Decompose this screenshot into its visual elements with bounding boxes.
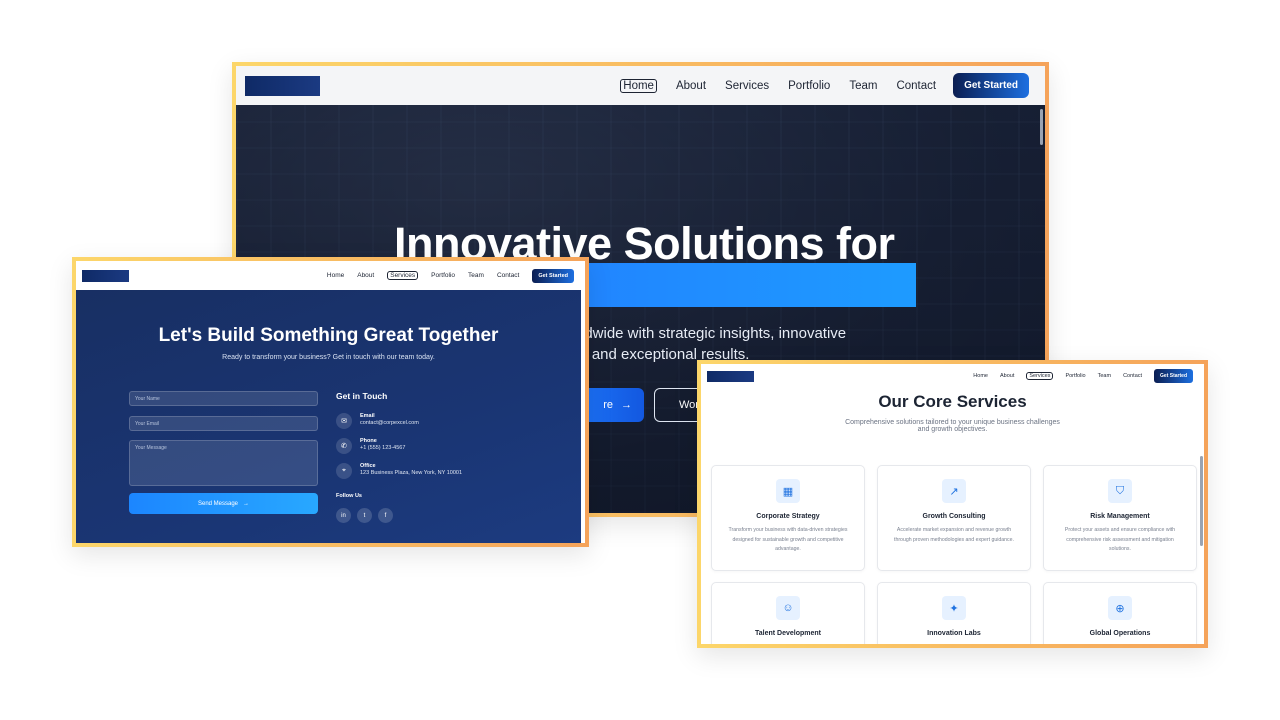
service-card-title: Innovation Labs [927,630,981,637]
building-icon: ▦ [776,479,800,503]
get-started-button[interactable]: Get Started [532,268,574,283]
nav-link-home[interactable]: Home [973,373,988,379]
service-card-title: Corporate Strategy [756,513,820,520]
contact-subtitle: Ready to transform your business? Get in… [222,354,435,361]
services-title: Our Core Services [878,392,1027,411]
phone-label: Phone [360,438,377,444]
service-card-global-operations[interactable]: ⊕ Global Operations [1043,582,1197,644]
nav-link-home[interactable]: Home [327,272,344,279]
contact-phone-row: ✆ Phone +1 (555) 123-4567 [336,438,405,454]
nav-link-about[interactable]: About [357,272,374,279]
send-message-label: Send Message [197,500,239,507]
send-message-button[interactable]: Send Message → [129,493,318,514]
top-nav: Home About Services Portfolio Team Conta… [236,66,1045,105]
email-value[interactable]: contact@corpexcel.com [360,420,419,426]
scrollbar-thumb[interactable] [1040,109,1043,145]
social-links: in t f [336,508,393,523]
nav-link-contact[interactable]: Contact [896,80,936,92]
nav-link-services[interactable]: Services [725,80,769,92]
nav-link-home[interactable]: Home [620,78,657,93]
office-value: 123 Business Plaza, New York, NY 10001 [360,470,463,476]
hero-title-highlight [581,263,916,307]
email-label: Email [360,413,375,419]
nav-link-team[interactable]: Team [468,272,484,279]
nav-link-contact[interactable]: Contact [497,272,519,279]
top-nav: Home About Services Portfolio Team Conta… [701,364,1204,388]
nav-link-team[interactable]: Team [1098,373,1111,379]
service-card-growth-consulting[interactable]: ↗ Growth Consulting Accelerate market ex… [877,465,1031,571]
contact-title: Let's Build Something Great Together [158,325,499,346]
arrow-right-icon: → [243,500,250,507]
nav-link-portfolio[interactable]: Portfolio [788,80,830,92]
lightbulb-icon: ✦ [942,596,966,620]
phone-value[interactable]: +1 (555) 123-4567 [360,445,405,451]
services-subtitle-line: and growth objectives. [917,426,988,433]
trend-up-icon: ↗ [942,479,966,503]
service-card-description: Transform your business with data-driven… [728,527,848,552]
brand-logo[interactable] [707,370,754,382]
nav-link-services[interactable]: Services [387,271,419,280]
twitter-icon[interactable]: t [357,508,372,523]
services-screenshot-frame: Home About Services Portfolio Team Conta… [697,360,1208,648]
scrollbar-thumb[interactable] [1200,456,1203,546]
linkedin-icon[interactable]: in [336,508,351,523]
service-card-title: Talent Development [755,630,821,637]
email-field[interactable]: Your Email [129,416,318,431]
arrow-right-icon: → [621,399,632,411]
contact-email-row: ✉ Email contact@corpexcel.com [336,413,419,429]
service-card-innovation-labs[interactable]: ✦ Innovation Labs [877,582,1031,644]
nav-link-team[interactable]: Team [849,80,877,92]
service-card-risk-management[interactable]: ⛉ Risk Management Protect your assets an… [1043,465,1197,571]
services-subtitle: Comprehensive solutions tailored to your… [701,419,1204,433]
brand-logo[interactable] [82,269,129,282]
nav-link-portfolio[interactable]: Portfolio [431,272,455,279]
nav-link-about[interactable]: About [676,80,706,92]
service-card-talent-development[interactable]: ☺ Talent Development [711,582,865,644]
contact-screenshot-frame: Home About Services Portfolio Team Conta… [72,257,589,547]
service-card-corporate-strategy[interactable]: ▦ Corporate Strategy Transform your busi… [711,465,865,571]
office-label: Office [360,463,376,469]
service-card-title: Growth Consulting [922,513,986,520]
nav-links: Home About Services Portfolio Team Conta… [961,369,1193,383]
showcase-stage: Home About Services Portfolio Team Conta… [0,0,1280,720]
nav-link-contact[interactable]: Contact [1123,373,1142,379]
phone-icon: ✆ [336,438,352,454]
get-started-button[interactable]: Get Started [953,73,1029,98]
map-pin-icon: ⌖ [336,463,352,479]
hero-subtitle-line: rldwide with strategic insights, innovat… [576,325,847,342]
mail-icon: ✉ [336,413,352,429]
globe-icon: ⊕ [1108,596,1132,620]
contact-section: Let's Build Something Great Together Rea… [76,290,581,543]
nav-link-about[interactable]: About [1000,373,1014,379]
get-in-touch-heading: Get in Touch [336,391,388,401]
top-nav: Home About Services Portfolio Team Conta… [76,261,585,290]
hero-secondary-button-label: Wor [679,399,699,411]
name-field[interactable]: Your Name [129,391,318,406]
get-started-button[interactable]: Get Started [1154,369,1193,383]
nav-link-portfolio[interactable]: Portfolio [1065,373,1085,379]
shield-icon: ⛉ [1108,479,1132,503]
message-field[interactable]: Your Message [129,440,318,486]
services-section: Our Core Services Comprehensive solution… [701,388,1204,644]
service-card-description: Accelerate market expansion and revenue … [894,527,1014,543]
services-subtitle-line: Comprehensive solutions tailored to your… [845,419,1060,426]
service-card-description: Protect your assets and ensure complianc… [1064,527,1176,552]
nav-link-services[interactable]: Services [1026,372,1054,380]
service-card-title: Risk Management [1090,513,1150,520]
facebook-icon[interactable]: f [378,508,393,523]
nav-links: Home About Services Portfolio Team Conta… [314,268,574,283]
contact-office-row: ⌖ Office 123 Business Plaza, New York, N… [336,463,462,479]
follow-us-heading: Follow Us [336,493,362,499]
nav-links: Home About Services Portfolio Team Conta… [601,73,1029,98]
brand-logo[interactable] [245,75,320,96]
service-card-title: Global Operations [1089,630,1151,637]
users-icon: ☺ [776,596,800,620]
hero-subtitle: rldwide with strategic insights, innovat… [576,323,896,365]
hero-primary-button-label: re [603,399,613,411]
